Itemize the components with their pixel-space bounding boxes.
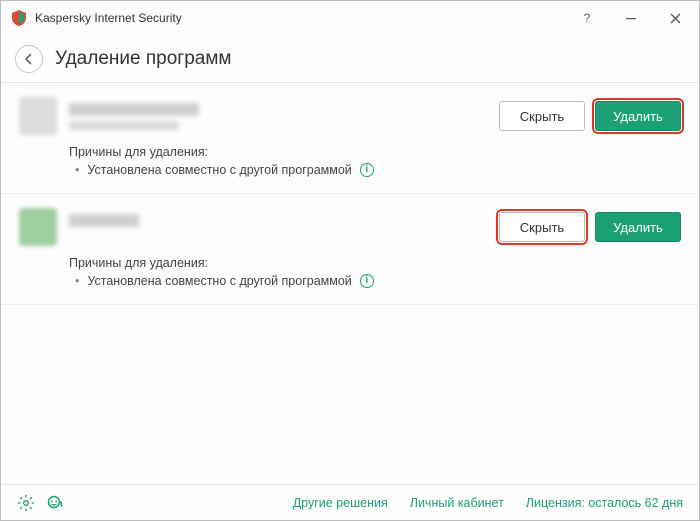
reason-item: Установлена совместно с другой программо… [69, 163, 681, 177]
remove-button[interactable]: Удалить [595, 212, 681, 242]
close-button[interactable] [653, 3, 697, 33]
app-text-block [69, 214, 499, 241]
page-title: Удаление программ [55, 48, 231, 70]
window-title: Kaspersky Internet Security [35, 11, 182, 25]
help-button[interactable]: ? [565, 3, 609, 33]
reason-item: Установлена совместно с другой программо… [69, 274, 681, 288]
help-icon: ? [581, 12, 593, 24]
reasons-block: Причины для удаления: Установлена совмес… [19, 246, 681, 288]
remove-button[interactable]: Удалить [595, 101, 681, 131]
reason-text: Установлена совместно с другой программо… [87, 163, 351, 177]
svg-text:?: ? [584, 12, 591, 24]
program-item: Скрыть Удалить Причины для удаления: Уст… [1, 194, 699, 305]
footer-license-link[interactable]: Лицензия: осталось 62 дня [526, 496, 683, 510]
minimize-icon [625, 12, 637, 24]
app-window: Kaspersky Internet Security ? Удаление п… [0, 0, 700, 521]
info-icon[interactable]: i [360, 274, 374, 288]
app-logo-icon [11, 10, 27, 26]
footer-other-solutions-link[interactable]: Другие решения [293, 496, 388, 510]
minimize-button[interactable] [609, 3, 653, 33]
app-icon [19, 208, 57, 246]
reason-text: Установлена совместно с другой программо… [87, 274, 351, 288]
hide-button[interactable]: Скрыть [499, 101, 585, 131]
back-button[interactable] [15, 45, 43, 73]
settings-icon[interactable] [17, 494, 35, 512]
app-vendor-blurred [69, 121, 179, 130]
reasons-label: Причины для удаления: [69, 145, 681, 159]
info-icon[interactable]: i [360, 163, 374, 177]
support-icon[interactable] [45, 494, 63, 512]
titlebar: Kaspersky Internet Security ? [1, 1, 699, 35]
close-icon [670, 13, 681, 24]
footer: Другие решения Личный кабинет Лицензия: … [1, 484, 699, 520]
program-item: Скрыть Удалить Причины для удаления: Уст… [1, 83, 699, 194]
program-list: Скрыть Удалить Причины для удаления: Уст… [1, 83, 699, 484]
footer-my-account-link[interactable]: Личный кабинет [410, 496, 504, 510]
hide-button[interactable]: Скрыть [499, 212, 585, 242]
app-text-block [69, 103, 499, 130]
arrow-left-icon [23, 53, 35, 65]
reasons-block: Причины для удаления: Установлена совмес… [19, 135, 681, 177]
app-name-blurred [69, 214, 139, 227]
page-header: Удаление программ [1, 35, 699, 83]
app-icon [19, 97, 57, 135]
app-name-blurred [69, 103, 199, 116]
reasons-label: Причины для удаления: [69, 256, 681, 270]
